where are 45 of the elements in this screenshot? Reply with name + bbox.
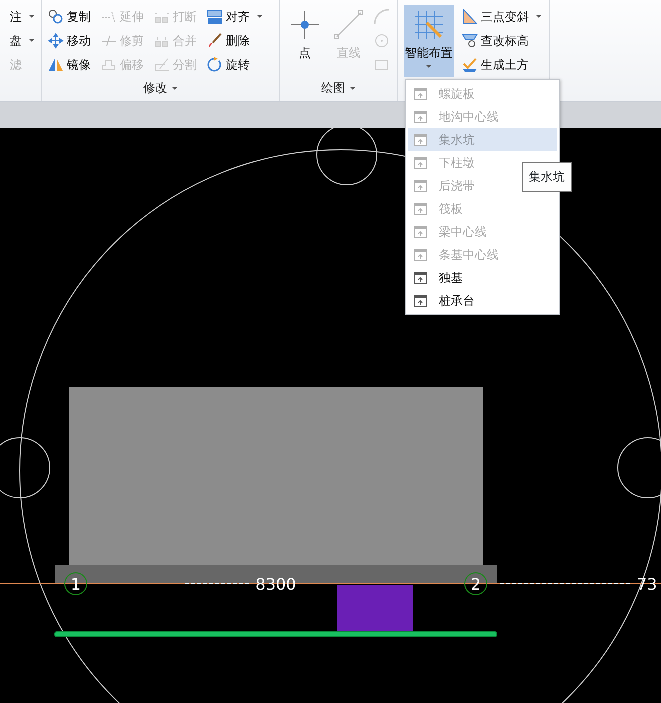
menu-item[interactable]: 独基 [408,266,557,289]
window-icon [414,110,427,122]
menu-item[interactable]: 桩承台 [408,289,557,312]
ribbon-button[interactable]: 三点变斜 [460,5,544,28]
ribbon-button[interactable]: 生成土方 [460,53,544,76]
ribbon-button[interactable]: 删除 [205,29,265,52]
ribbon-large-button[interactable]: 点 [284,5,326,77]
ribbon-button[interactable]: 镜像 [46,53,93,76]
circle-icon [374,32,390,48]
window-icon [414,294,427,306]
move-icon [48,32,64,48]
elevation-icon [462,32,478,48]
window-icon [414,180,427,192]
copy-icon [48,8,64,24]
group-label[interactable]: 修改 [144,79,168,97]
ribbon-button[interactable]: 盘 [8,29,37,52]
ribbon-large-button[interactable]: 智能布置 [404,5,454,77]
point-icon [289,9,321,41]
ribbon-button[interactable]: 对齐 [205,5,265,28]
group-label[interactable]: 绘图 [322,79,346,97]
window-icon [414,272,427,284]
line-icon [333,9,365,41]
earthwork-icon [462,56,478,72]
ribbon-button[interactable]: 注 [8,5,37,28]
ribbon-button[interactable]: 复制 [46,5,93,28]
arc-icon [374,8,390,24]
align-icon [207,8,223,24]
window-icon [414,202,427,214]
window-icon [414,248,427,260]
triangle-icon [462,8,478,24]
split-icon [154,56,170,72]
window-icon [414,226,427,238]
caret-icon [350,86,356,90]
ribbon-button[interactable]: 查改标高 [460,29,544,52]
grid-wand-icon [413,9,445,41]
window-icon [414,156,427,168]
window-icon [414,88,427,100]
ribbon-button[interactable]: 旋转 [205,53,265,76]
item-tooltip: 集水坑 [522,162,572,192]
brush-icon [207,32,223,48]
caret-icon [172,86,178,90]
ribbon-button[interactable]: 移动 [46,29,93,52]
window-icon [414,134,427,146]
mirror-icon [48,56,64,72]
rotate-icon [207,56,223,72]
